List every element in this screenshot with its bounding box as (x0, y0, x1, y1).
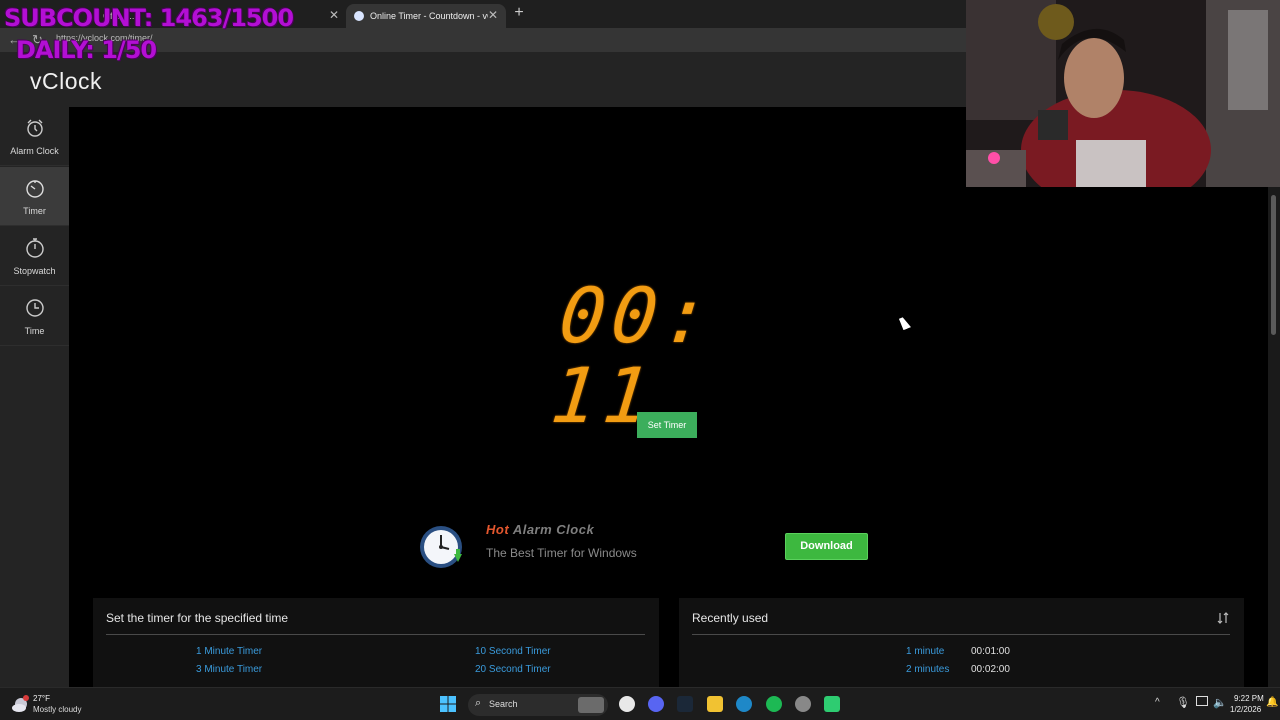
weather-temp: 27°F (33, 694, 50, 703)
network-icon[interactable] (1196, 696, 1208, 706)
recently-used-panel: Recently used 1 minute 00:01:00 2 minute… (679, 598, 1244, 687)
steam-icon[interactable] (677, 696, 693, 712)
edge-icon[interactable] (736, 696, 752, 712)
windows-start-icon[interactable] (440, 696, 456, 712)
sidebar-item-timer[interactable]: Timer (0, 167, 69, 226)
search-highlight-icon (578, 697, 604, 713)
mouse-cursor-icon (899, 315, 911, 331)
search-label: Search (489, 699, 518, 709)
preset-link[interactable]: 10 Second Timer (475, 646, 551, 657)
sidebar-item-label: Time (24, 326, 45, 336)
webcam-image (966, 0, 1280, 187)
vclock-favicon-icon (354, 11, 364, 21)
alarm-clock-icon (26, 119, 43, 137)
vclock-logo[interactable]: vClock (30, 68, 102, 95)
recent-item-link[interactable]: 2 minutes (906, 664, 949, 675)
sidebar-item-time[interactable]: Time (0, 287, 69, 346)
timer-icon (25, 180, 44, 198)
ad-title-hot: Hot (486, 522, 510, 537)
taskbar-date[interactable]: 1/2/2026 (1230, 705, 1261, 714)
sidebar: Alarm Clock Timer Stopwatch Time (0, 107, 69, 687)
search-icon: ⌕ (475, 697, 482, 709)
close-tab-icon[interactable]: ✕ (329, 8, 339, 22)
timer-display: 00: 11 (546, 271, 721, 440)
ad-title[interactable]: Hot Alarm Clock (486, 522, 594, 537)
sidebar-item-stopwatch[interactable]: Stopwatch (0, 227, 69, 286)
sidebar-item-label: Timer (23, 206, 46, 216)
file-explorer-icon[interactable] (707, 696, 723, 712)
page-scrollbar[interactable] (1268, 187, 1280, 687)
weather-icon[interactable] (11, 694, 31, 714)
webcam-overlay (966, 0, 1280, 187)
taskbar-time[interactable]: 9:22 PM (1234, 694, 1264, 703)
hot-alarm-clock-logo-icon (420, 526, 462, 568)
clock-icon (25, 299, 44, 317)
ad-subtitle: The Best Timer for Windows (486, 546, 637, 560)
browser-tab-active[interactable]: Online Timer - Countdown - vClock ✕ (346, 4, 506, 28)
spotify-icon[interactable] (766, 696, 782, 712)
divider (692, 634, 1230, 635)
set-timer-button[interactable]: Set Timer (637, 412, 697, 438)
discord-icon[interactable] (648, 696, 664, 712)
new-tab-plus-icon[interactable]: + (510, 4, 528, 22)
notification-bell-icon[interactable]: 🔔 (1266, 697, 1278, 708)
stopwatch-icon (25, 238, 44, 258)
recent-item-value: 00:02:00 (971, 664, 1010, 675)
recent-item-value: 00:01:00 (971, 646, 1010, 657)
weather-desc: Mostly cloudy (33, 705, 82, 714)
subcount-overlay: SUBCOUNT: 1463/1500 (4, 4, 294, 32)
recent-item-link[interactable]: 1 minute (906, 646, 944, 657)
preset-link[interactable]: 3 Minute Timer (196, 664, 262, 675)
sort-settings-icon[interactable] (1216, 611, 1230, 625)
app-icon[interactable] (824, 696, 840, 712)
taskbar-search[interactable]: ⌕ Search (468, 694, 608, 716)
microphone-icon[interactable]: 🎙 (1176, 696, 1190, 709)
preset-link[interactable]: 20 Second Timer (475, 664, 551, 675)
scrollbar-thumb[interactable] (1271, 195, 1276, 335)
chrome-icon[interactable] (619, 696, 635, 712)
sidebar-item-label: Alarm Clock (10, 146, 59, 156)
timer-presets-panel: Set the timer for the specified time 1 M… (93, 598, 659, 687)
tab-title: Online Timer - Countdown - vClock (370, 11, 488, 21)
ad-title-rest: Alarm Clock (512, 522, 595, 537)
close-tab-icon[interactable]: ✕ (488, 8, 498, 22)
sidebar-item-alarm-clock[interactable]: Alarm Clock (0, 107, 69, 166)
download-button[interactable]: Download (785, 533, 868, 560)
divider (106, 634, 645, 635)
panel-title: Recently used (692, 611, 769, 625)
sidebar-item-label: Stopwatch (13, 266, 56, 276)
preset-link[interactable]: 1 Minute Timer (196, 646, 262, 657)
volume-icon[interactable]: 🔈 (1213, 696, 1227, 709)
chevron-up-icon[interactable]: ^ (1155, 697, 1160, 708)
daily-overlay: DAILY: 1/50 (16, 36, 157, 64)
settings-gear-icon[interactable] (795, 696, 811, 712)
panel-title: Set the timer for the specified time (106, 611, 289, 625)
windows-taskbar: 27°F Mostly cloudy ⌕ Search ^ 🎙 🔈 9:22 P… (0, 687, 1280, 720)
